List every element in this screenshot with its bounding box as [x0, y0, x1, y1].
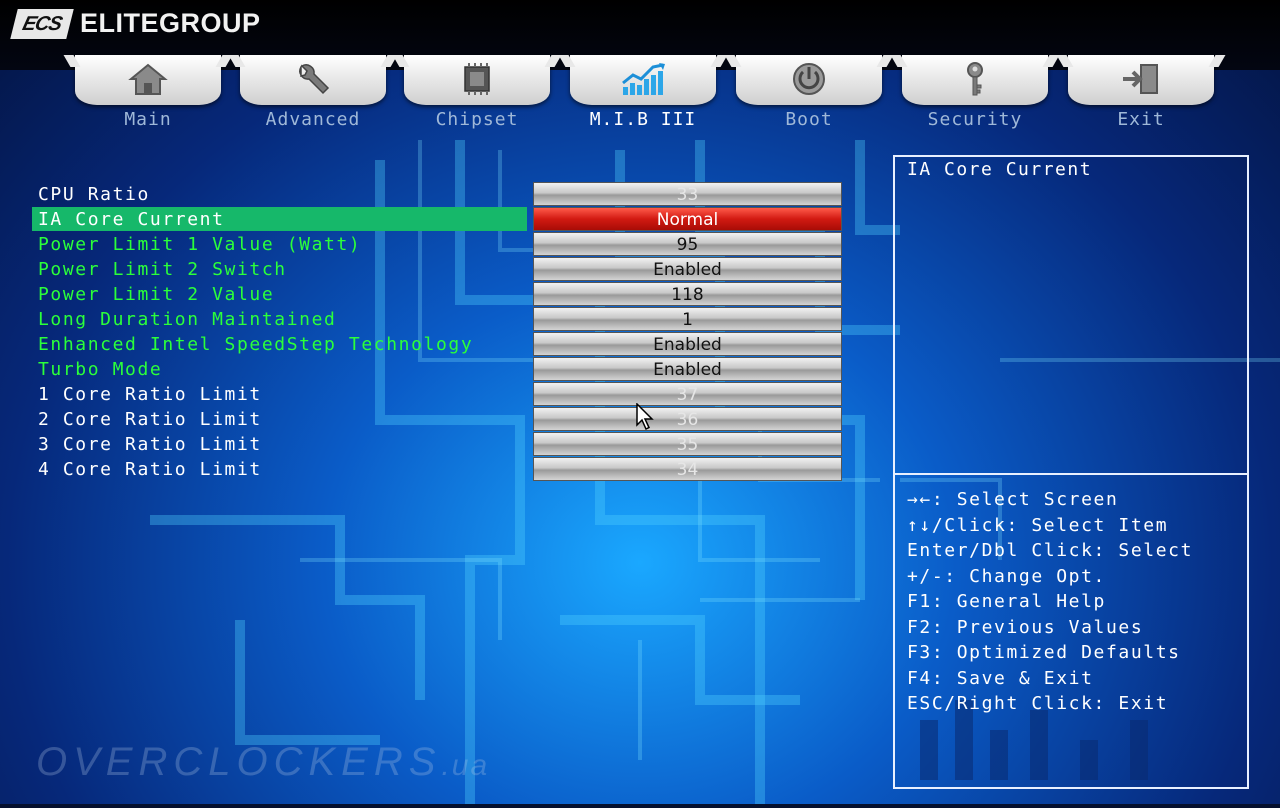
key-hint: +/-: Change Opt.	[907, 565, 1106, 587]
setting-label: 4 Core Ratio Limit	[38, 459, 262, 480]
tab-card	[404, 55, 550, 105]
setting-label[interactable]: Enhanced Intel SpeedStep Technology	[38, 332, 473, 356]
tab-exit[interactable]: Exit	[1068, 55, 1214, 135]
chip-icon	[452, 61, 502, 97]
setting-label: 2 Core Ratio Limit	[38, 409, 262, 430]
key-hint: ESC/Right Click: Exit	[907, 693, 1169, 714]
setting-label[interactable]: Power Limit 2 Switch	[38, 257, 287, 281]
setting-label: 3 Core Ratio Limit	[38, 434, 262, 455]
key-hint: F2: Previous Values	[907, 616, 1144, 638]
setting-row-turbo-mode[interactable]: Turbo Mode Enabled	[0, 357, 860, 381]
setting-value[interactable]: Enabled	[533, 357, 842, 381]
setting-row-power-limit-2-value[interactable]: Power Limit 2 Value 118	[0, 282, 860, 306]
tab-label: Exit	[1117, 109, 1165, 130]
ecs-logo: ECS ELITEGROUP	[10, 8, 261, 39]
tab-label: Main	[124, 109, 172, 130]
setting-row-power-limit-1[interactable]: Power Limit 1 Value (Watt) 95	[0, 232, 860, 256]
tab-label: Chipset	[435, 109, 519, 130]
setting-value[interactable]: Enabled	[533, 257, 842, 281]
tab-bar: Main Advanced Chipset M.I.B III Boot Sec…	[0, 55, 1280, 135]
tab-label: Security	[927, 109, 1023, 130]
key-icon	[950, 61, 1000, 97]
setting-value: 35	[533, 432, 842, 456]
tab-card	[570, 55, 716, 105]
tab-security[interactable]: Security	[902, 55, 1048, 135]
brand-name: ELITEGROUP	[80, 8, 261, 38]
setting-value[interactable]: Enabled	[533, 332, 842, 356]
help-title: IA Core Current	[907, 159, 1093, 180]
tab-main[interactable]: Main	[75, 55, 221, 135]
tab-boot[interactable]: Boot	[736, 55, 882, 135]
setting-row-2-core-ratio: 2 Core Ratio Limit 36	[0, 407, 860, 431]
tab-card	[902, 55, 1048, 105]
key-hint: F3: Optimized Defaults	[907, 642, 1181, 663]
setting-row-1-core-ratio: 1 Core Ratio Limit 37	[0, 382, 860, 406]
tab-card	[736, 55, 882, 105]
house-icon	[123, 61, 173, 97]
tab-label: Boot	[785, 109, 833, 130]
setting-value: 37	[533, 382, 842, 406]
key-legend: →←: Select Screen ↑↓/Click: Select Item …	[907, 487, 1193, 717]
tab-label: Advanced	[265, 109, 361, 130]
exit-door-icon	[1116, 61, 1166, 97]
key-hint: F4: Save & Exit	[907, 667, 1094, 689]
setting-value[interactable]: 1	[533, 307, 842, 331]
setting-value[interactable]: 118	[533, 282, 842, 306]
setting-value: 34	[533, 457, 842, 481]
chart-icon	[618, 61, 668, 97]
mouse-pointer-icon	[636, 402, 656, 435]
setting-label[interactable]: Turbo Mode	[38, 357, 162, 381]
ecs-logo-mark: ECS	[10, 8, 74, 39]
tab-label: M.I.B III	[589, 109, 697, 130]
key-hint: F1: General Help	[907, 591, 1106, 612]
setting-value: 33	[533, 182, 842, 206]
setting-row-cpu-ratio: CPU Ratio 33	[0, 182, 860, 206]
setting-row-long-duration[interactable]: Long Duration Maintained 1	[0, 307, 860, 331]
watermark: OVERCLOCKERS.ua	[36, 740, 489, 785]
tab-card	[1068, 55, 1214, 105]
setting-value: 36	[533, 407, 842, 431]
power-icon	[784, 61, 834, 97]
setting-row-ia-core-current[interactable]: IA Core Current Normal	[0, 207, 860, 231]
setting-label: 1 Core Ratio Limit	[38, 384, 262, 405]
setting-label[interactable]: Power Limit 2 Value	[38, 282, 274, 306]
key-hint: Enter/Dbl Click: Select	[907, 540, 1194, 561]
watermark-text: OVERCLOCKERS	[36, 740, 442, 784]
watermark-suffix: .ua	[441, 749, 490, 782]
setting-value[interactable]: 95	[533, 232, 842, 256]
setting-row-power-limit-2-switch[interactable]: Power Limit 2 Switch Enabled	[0, 257, 860, 281]
wrench-icon	[288, 61, 338, 97]
help-panel: IA Core Current →←: Select Screen ↑↓/Cli…	[893, 155, 1249, 789]
setting-label[interactable]: Long Duration Maintained	[38, 307, 337, 331]
setting-row-4-core-ratio: 4 Core Ratio Limit 34	[0, 457, 860, 481]
key-hint: ↑↓/Click: Select Item	[907, 514, 1169, 536]
key-hint: →←: Select Screen	[907, 489, 1119, 510]
setting-row-3-core-ratio: 3 Core Ratio Limit 35	[0, 432, 860, 456]
tab-advanced[interactable]: Advanced	[240, 55, 386, 135]
setting-row-speedstep[interactable]: Enhanced Intel SpeedStep Technology Enab…	[0, 332, 860, 356]
tab-card	[240, 55, 386, 105]
setting-label: CPU Ratio	[38, 184, 150, 205]
setting-label[interactable]: IA Core Current	[32, 207, 527, 231]
tab-card	[75, 55, 221, 105]
setting-value[interactable]: Normal	[533, 207, 842, 231]
help-divider	[895, 473, 1247, 475]
tab-mib-iii[interactable]: M.I.B III	[570, 55, 716, 135]
setting-label[interactable]: Power Limit 1 Value (Watt)	[38, 232, 361, 256]
tab-chipset[interactable]: Chipset	[404, 55, 550, 135]
